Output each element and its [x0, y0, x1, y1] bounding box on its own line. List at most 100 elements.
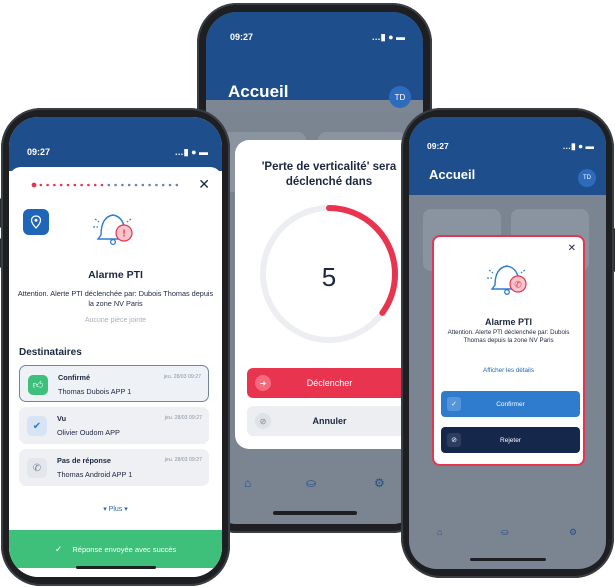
close-icon[interactable]: ✕ — [198, 176, 210, 193]
progress-dot — [121, 183, 124, 187]
progress-dot — [46, 183, 49, 187]
attachment-status: Aucune pièce jointe — [84, 317, 147, 324]
show-details-link[interactable]: Afficher les détails — [434, 367, 583, 374]
progress-dot — [39, 183, 43, 187]
tab-bar: ⌂ ⛀ ⚙ — [206, 466, 423, 506]
recipient-status: Confirmé — [58, 373, 91, 382]
progress-dot — [73, 183, 77, 187]
close-icon[interactable]: ✕ — [568, 243, 576, 254]
right-screen: 09:27 …▮ ● ▬ Accueil TD ✕ ✆ Alarme PTI A… — [409, 117, 606, 569]
recipient-status: Pas de réponse — [57, 456, 111, 465]
progress-dot — [100, 183, 104, 187]
progress-dot — [31, 182, 37, 188]
arrow-icon: ➜ — [255, 375, 271, 391]
toast-text: Réponse envoyée avec succès — [72, 544, 177, 554]
inbox-icon[interactable]: ⛀ — [306, 476, 316, 490]
modal-title: 'Perte de verticalité' sera déclenché da… — [261, 161, 397, 188]
confirm-label: Confirmer — [496, 400, 525, 408]
progress-dot — [148, 183, 151, 187]
avatar[interactable]: TD — [389, 86, 411, 108]
close-circle-icon: ⊘ — [255, 413, 271, 429]
progress-dot — [168, 183, 172, 187]
status-time: 09:27 — [230, 32, 254, 42]
progress-dot — [53, 183, 56, 187]
trigger-button[interactable]: ➜ Déclencher — [247, 368, 412, 398]
progress-dot — [114, 183, 117, 187]
cancel-button[interactable]: ⊘ Annuler — [247, 406, 412, 436]
home-icon[interactable]: ⌂ — [244, 476, 251, 490]
tab-bar: ⌂ ⛀ ⚙ — [409, 519, 606, 549]
status-time: 09:27 — [27, 147, 51, 157]
bell-alert-icon: ! — [93, 214, 133, 246]
svg-text:!: ! — [122, 229, 125, 240]
inbox-icon[interactable]: ⛀ — [501, 527, 509, 538]
left-screen: 09:27 …▮ ● ▬ ✕ ! Alarme PTI Attention. A… — [9, 117, 222, 577]
svg-text:✆: ✆ — [514, 281, 522, 291]
phone-left: 09:27 …▮ ● ▬ ✕ ! Alarme PTI Attention. A… — [0, 108, 230, 586]
check-icon: ✓ — [447, 397, 461, 411]
phone-right: 09:27 …▮ ● ▬ Accueil TD ✕ ✆ Alarme PTI A… — [401, 108, 615, 578]
progress-dot — [127, 183, 131, 187]
home-indicator — [469, 558, 546, 561]
recipient-name: Thomas Android APP 1 — [57, 470, 133, 479]
progress-dot — [175, 183, 179, 187]
recipient-card[interactable]: ✔ Vu Olivier Oudom APP jeu. 28/03 09:27 — [19, 407, 209, 444]
progress-dot — [87, 183, 90, 187]
page-title: Accueil — [228, 82, 289, 101]
trigger-label: Déclencher — [306, 378, 353, 388]
app-header: 09:27 …▮ ● ▬ Accueil TD — [409, 117, 606, 195]
status-icons: …▮ ● ▬ — [562, 141, 594, 151]
progress-dot — [107, 183, 111, 187]
progress-dot — [161, 183, 165, 187]
home-icon[interactable]: ⌂ — [437, 527, 442, 537]
progress-dot — [80, 183, 83, 187]
recipients-heading: Destinataires — [19, 347, 82, 358]
progress-dot — [134, 183, 138, 187]
alarm-description: Attention. Alerte PTI déclenchée par: Du… — [17, 289, 214, 308]
cancel-label: Annuler — [312, 416, 347, 426]
app-header: 09:27 …▮ ● ▬ — [9, 117, 222, 171]
alarm-description: Attention. Alerte PTI déclenchée par: Du… — [447, 329, 570, 345]
progress-dot — [141, 183, 145, 187]
alarm-title: Alarme PTI — [484, 317, 533, 327]
status-bar: 09:27 …▮ ● ▬ — [27, 147, 208, 158]
alarm-modal: ✕ ✆ Alarme PTI Attention. Alerte PTI déc… — [432, 235, 585, 466]
progress-dots — [31, 182, 179, 188]
progress-dot — [59, 183, 63, 187]
reject-button[interactable]: ⊘ Rejeter — [441, 427, 580, 453]
show-more-link[interactable]: ▾ Plus ▾ — [9, 505, 222, 513]
progress-dot — [93, 183, 97, 187]
home-indicator — [75, 566, 156, 569]
success-toast: ✓ Réponse envoyée avec succès — [9, 530, 222, 568]
alarm-title: Alarme PTI — [88, 269, 143, 281]
page-title: Accueil — [429, 167, 476, 182]
recipient-status: Vu — [57, 414, 67, 423]
thumbs-up-icon: 👍︎ — [28, 375, 48, 395]
status-bar: 09:27 …▮ ● ▬ — [230, 32, 405, 43]
phone-icon: ✆ — [27, 458, 47, 478]
settings-icon[interactable]: ⚙ — [569, 527, 577, 538]
countdown-modal: 'Perte de verticalité' sera déclenché da… — [235, 140, 423, 449]
double-check-icon: ✔ — [27, 416, 47, 436]
check-icon: ✓ — [54, 543, 63, 554]
recipient-name: Thomas Dubois APP 1 — [58, 387, 132, 396]
recipient-name: Olivier Oudom APP — [57, 428, 120, 437]
confirm-button[interactable]: ✓ Confirmer — [441, 391, 580, 417]
recipient-date: jeu. 28/03 09:27 — [164, 457, 202, 463]
avatar[interactable]: TD — [578, 169, 596, 187]
countdown-number: 5 — [321, 262, 337, 292]
status-icons: …▮ ● ▬ — [371, 32, 405, 42]
phone-center: 09:27 …▮ ● ▬ Accueil TD 'Perte de vertic… — [194, 3, 432, 533]
ban-icon: ⊘ — [447, 433, 461, 447]
bell-alert-icon: ✆ — [487, 265, 527, 295]
pin-icon[interactable] — [23, 209, 49, 235]
home-indicator — [272, 511, 357, 515]
recipient-card[interactable]: ✆ Pas de réponse Thomas Android APP 1 je… — [19, 449, 209, 486]
recipient-date: jeu. 28/03 09:27 — [164, 415, 202, 421]
reject-label: Rejeter — [500, 436, 521, 444]
settings-icon[interactable]: ⚙ — [374, 476, 385, 490]
recipient-card[interactable]: 👍︎ Confirmé Thomas Dubois APP 1 jeu. 28/… — [19, 365, 209, 402]
status-bar: 09:27 …▮ ● ▬ — [427, 141, 594, 152]
progress-dot — [66, 183, 70, 187]
progress-dot — [155, 183, 158, 187]
